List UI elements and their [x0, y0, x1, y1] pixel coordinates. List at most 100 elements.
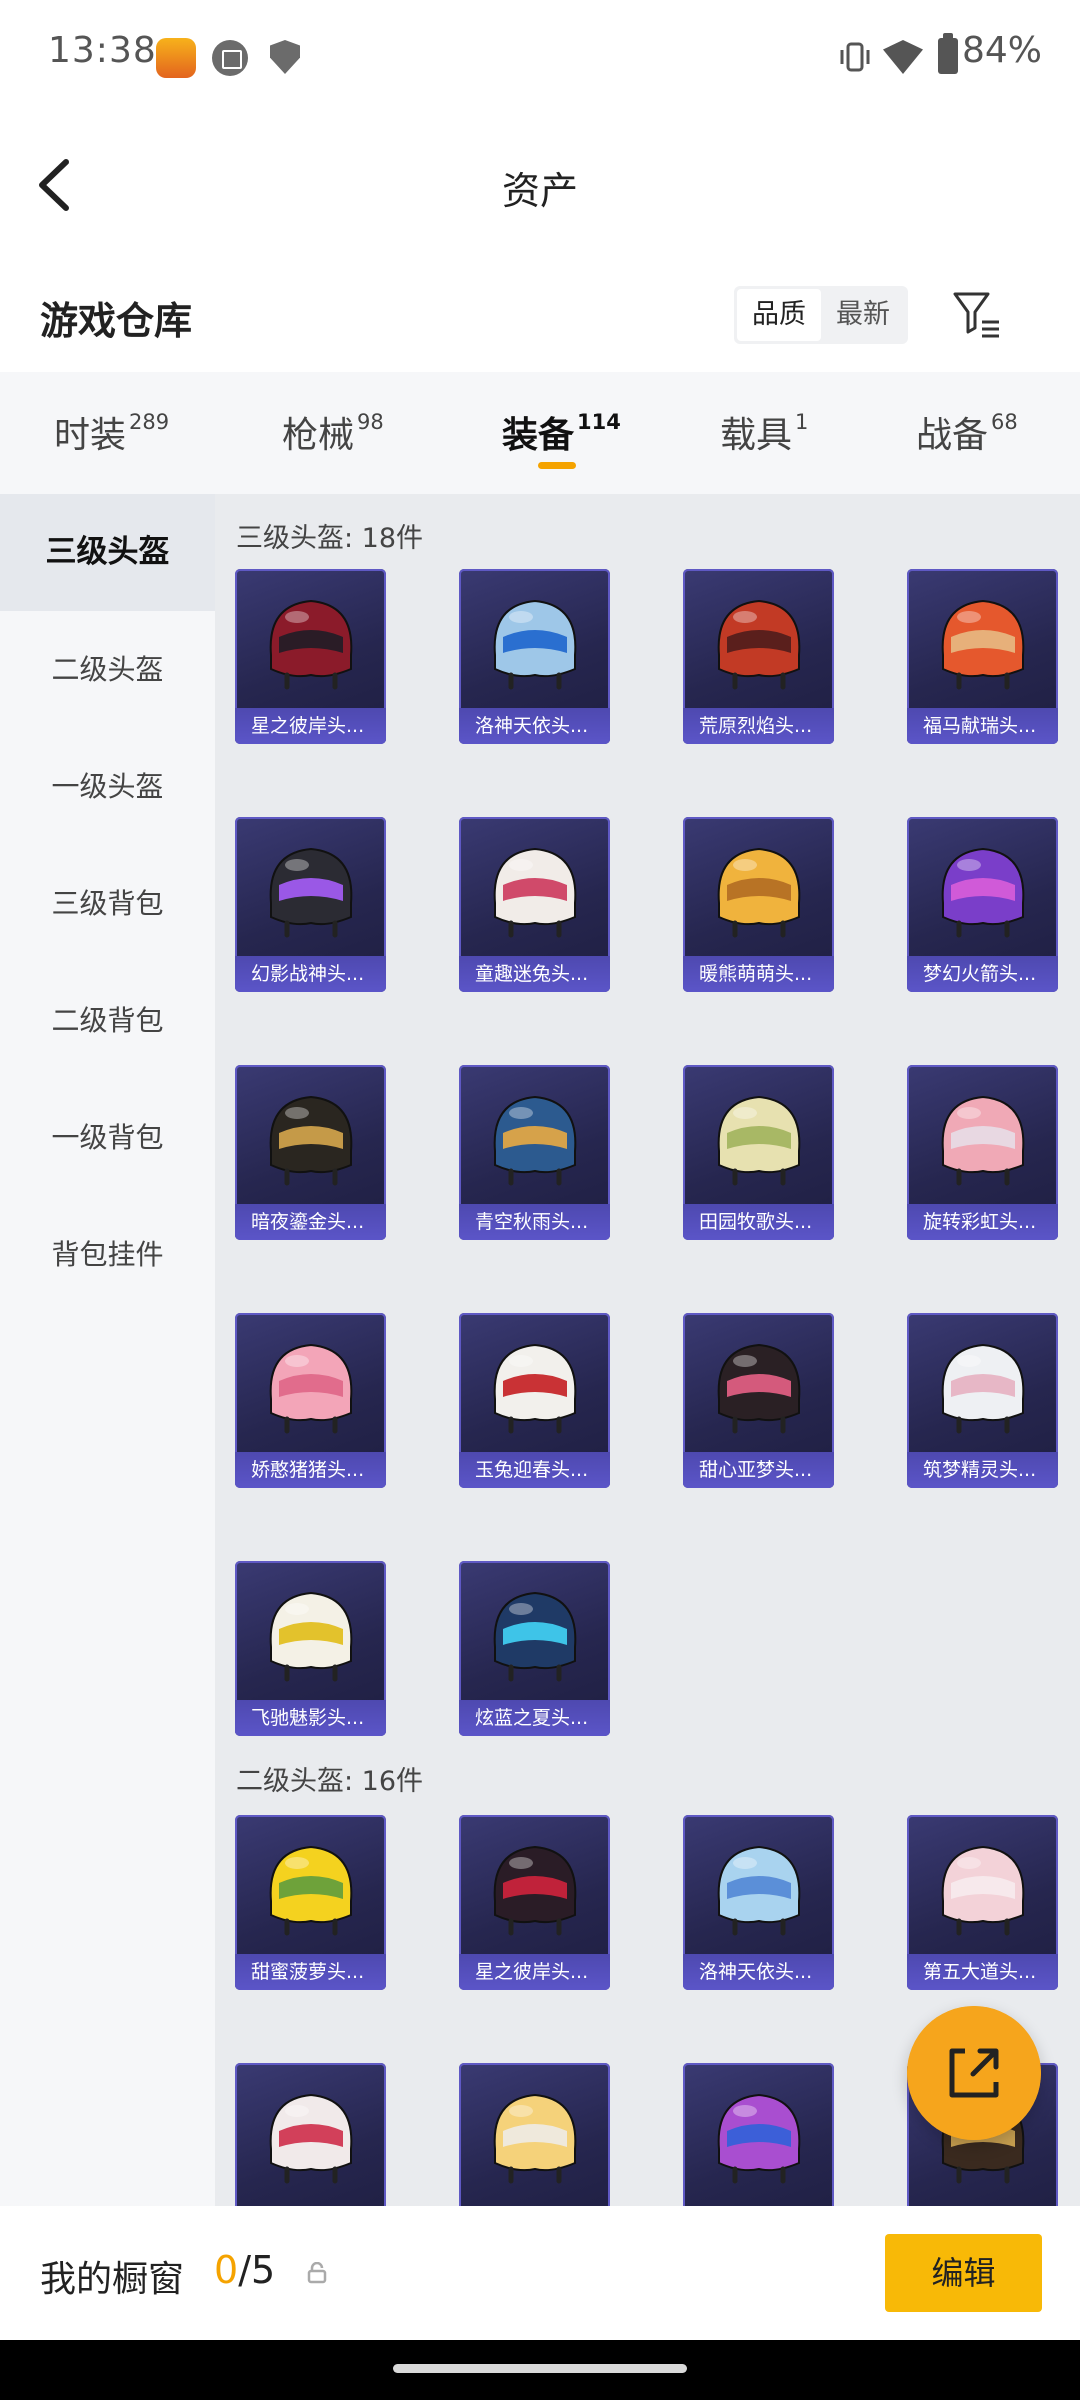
- system-nav-bar: [0, 2340, 1080, 2400]
- item-card[interactable]: 甜心亚梦头...: [683, 1313, 834, 1488]
- item-card[interactable]: 娇憨猪猪头...: [235, 1313, 386, 1488]
- sort-by-quality[interactable]: 品质: [737, 289, 821, 341]
- section-title: 游戏仓库: [40, 299, 193, 343]
- item-card[interactable]: 田园牧歌头...: [683, 1065, 834, 1240]
- item-card[interactable]: 洛神天依头...: [459, 569, 610, 744]
- item-card[interactable]: 梦幻火箭头...: [907, 817, 1058, 992]
- item-card[interactable]: 幻影战神头...: [235, 817, 386, 992]
- tab-weapons[interactable]: 枪械 98: [282, 406, 384, 458]
- tab-label: 载具: [720, 415, 793, 456]
- item-name: 娇憨猪猪头...: [235, 1452, 386, 1488]
- item-card[interactable]: 星之彼岸头...: [235, 569, 386, 744]
- item-card[interactable]: 飞驰魅影头...: [235, 1561, 386, 1736]
- tab-label: 战备: [916, 415, 989, 456]
- subcategory-sidebar: 三级头盔 二级头盔 一级头盔 三级背包 二级背包 一级背包 背包挂件: [0, 494, 215, 2206]
- item-name: 飞驰魅影头...: [235, 1700, 386, 1736]
- sidebar-item-level3-helmet[interactable]: 三级头盔: [0, 494, 215, 611]
- tab-count: 1: [795, 410, 809, 434]
- category-tabs: 时装 289 枪械 98 装备 114 载具 1 战备 68: [0, 372, 1080, 494]
- tab-label: 装备: [502, 415, 575, 456]
- item-card[interactable]: [683, 2063, 834, 2206]
- item-name: 星之彼岸头...: [235, 708, 386, 744]
- tab-count: 289: [129, 410, 170, 434]
- showcase-bar: 我的橱窗 0/5 编辑: [0, 2206, 1080, 2340]
- helmet-icon: [941, 1343, 1025, 1434]
- item-name: 幻影战神头...: [235, 956, 386, 992]
- filter-icon[interactable]: [952, 288, 1002, 342]
- item-card[interactable]: 旋转彩虹头...: [907, 1065, 1058, 1240]
- showcase-label: 我的橱窗: [40, 2259, 185, 2300]
- tab-fashion[interactable]: 时装 289: [54, 406, 169, 458]
- helmet-icon: [269, 847, 353, 938]
- share-button[interactable]: [907, 2006, 1041, 2140]
- item-card[interactable]: 洛神天依头...: [683, 1815, 834, 1990]
- item-name: 梦幻火箭头...: [907, 956, 1058, 992]
- item-name: 星之彼岸头...: [459, 1954, 610, 1990]
- item-card[interactable]: 玉兔迎春头...: [459, 1313, 610, 1488]
- tab-supplies[interactable]: 战备 68: [916, 406, 1018, 458]
- item-card[interactable]: 第五大道头...: [907, 1815, 1058, 1990]
- top-nav: 资产: [0, 110, 1080, 260]
- item-name: 田园牧歌头...: [683, 1204, 834, 1240]
- item-card[interactable]: 暖熊萌萌头...: [683, 817, 834, 992]
- tab-vehicles[interactable]: 载具 1: [720, 406, 808, 458]
- item-card[interactable]: 甜蜜菠萝头...: [235, 1815, 386, 1990]
- battery-icon: [938, 33, 958, 74]
- helmet-icon: [493, 599, 577, 690]
- helmet-icon: [269, 599, 353, 690]
- item-card[interactable]: 福马献瑞头...: [907, 569, 1058, 744]
- helmet-icon: [941, 1095, 1025, 1186]
- showcase-count: 0/5: [214, 2248, 275, 2292]
- sidebar-item-level1-helmet[interactable]: 一级头盔: [0, 728, 215, 845]
- item-card[interactable]: 童趣迷兔头...: [459, 817, 610, 992]
- item-card[interactable]: 青空秋雨头...: [459, 1065, 610, 1240]
- edit-button[interactable]: 编辑: [885, 2234, 1042, 2312]
- item-grid: 三级头盔: 18件 二级头盔: 16件 星之彼岸头... 洛神天依头... 荒原烈焰…: [215, 494, 1080, 2206]
- helmet-icon: [493, 1845, 577, 1936]
- item-card[interactable]: 暗夜鎏金头...: [235, 1065, 386, 1240]
- item-name: 甜心亚梦头...: [683, 1452, 834, 1488]
- showcase-total: /5: [238, 2248, 276, 2292]
- sidebar-item-level3-backpack[interactable]: 三级背包: [0, 845, 215, 962]
- item-card[interactable]: 筑梦精灵头...: [907, 1313, 1058, 1488]
- tab-count: 68: [991, 410, 1018, 434]
- helmet-icon: [941, 599, 1025, 690]
- item-name: 童趣迷兔头...: [459, 956, 610, 992]
- tab-count: 114: [577, 410, 621, 434]
- sort-toggle: 品质 最新: [734, 286, 908, 344]
- game-app-icon: [156, 38, 196, 78]
- helmet-icon: [493, 1095, 577, 1186]
- tab-equipment[interactable]: 装备 114: [502, 406, 621, 458]
- item-name: 第五大道头...: [907, 1954, 1058, 1990]
- item-card[interactable]: 荒原烈焰头...: [683, 569, 834, 744]
- home-indicator[interactable]: [393, 2364, 687, 2373]
- helmet-icon: [493, 1343, 577, 1434]
- item-name: 暖熊萌萌头...: [683, 956, 834, 992]
- item-name: 荒原烈焰头...: [683, 708, 834, 744]
- item-name: 玉兔迎春头...: [459, 1452, 610, 1488]
- item-card[interactable]: 星之彼岸头...: [459, 1815, 610, 1990]
- sidebar-item-level1-backpack[interactable]: 一级背包: [0, 1079, 215, 1196]
- helmet-icon: [269, 1845, 353, 1936]
- helmet-icon: [493, 2093, 577, 2184]
- lock-icon: [307, 2262, 327, 2284]
- item-card[interactable]: 炫蓝之夏头...: [459, 1561, 610, 1736]
- item-card[interactable]: [459, 2063, 610, 2206]
- item-name: 洛神天依头...: [459, 708, 610, 744]
- item-name: 洛神天依头...: [683, 1954, 834, 1990]
- battery-percent: 84%: [962, 30, 1043, 71]
- item-name: 炫蓝之夏头...: [459, 1700, 610, 1736]
- helmet-icon: [717, 2093, 801, 2184]
- item-name: 青空秋雨头...: [459, 1204, 610, 1240]
- showcase-current: 0: [214, 2248, 239, 2292]
- sort-by-newest[interactable]: 最新: [821, 289, 905, 341]
- sidebar-item-level2-helmet[interactable]: 二级头盔: [0, 611, 215, 728]
- helmet-icon: [717, 599, 801, 690]
- helmet-icon: [717, 1845, 801, 1936]
- sidebar-item-level2-backpack[interactable]: 二级背包: [0, 962, 215, 1079]
- tab-label: 枪械: [282, 415, 355, 456]
- calendar-icon: [212, 40, 248, 76]
- wifi-icon: [883, 40, 923, 74]
- item-card[interactable]: [235, 2063, 386, 2206]
- sidebar-item-backpack-pendant[interactable]: 背包挂件: [0, 1196, 215, 1313]
